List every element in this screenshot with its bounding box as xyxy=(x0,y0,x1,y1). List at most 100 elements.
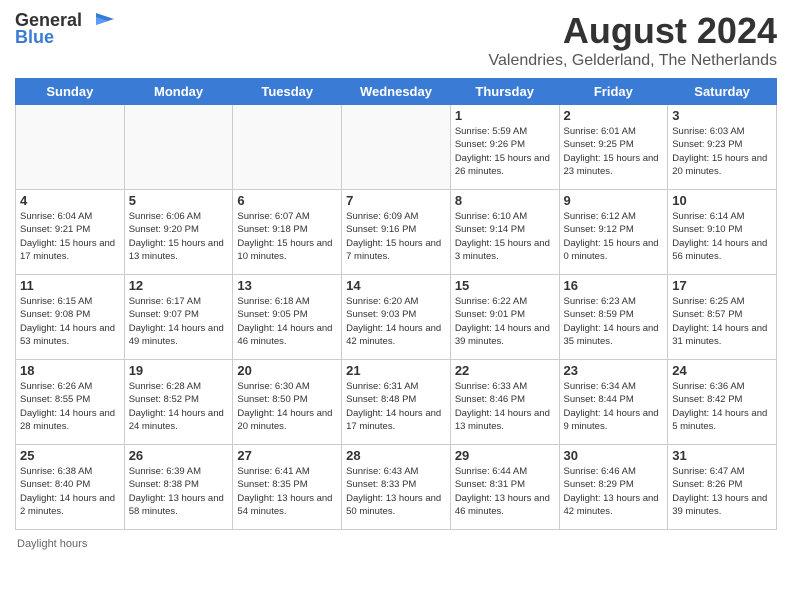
calendar-cell: 23Sunrise: 6:34 AM Sunset: 8:44 PM Dayli… xyxy=(559,360,668,445)
day-detail: Sunrise: 6:10 AM Sunset: 9:14 PM Dayligh… xyxy=(455,210,555,263)
cell-content: 12 Sunrise: 6:17 AM Sunset: 9:07 PM Dayli… xyxy=(129,278,229,356)
calendar-cell: 30Sunrise: 6:46 AM Sunset: 8:29 PM Dayli… xyxy=(559,445,668,530)
calendar-cell: 17Sunrise: 6:25 AM Sunset: 8:57 PM Dayli… xyxy=(668,275,777,360)
cell-content: 9 Sunrise: 6:12 AM Sunset: 9:12 PM Daylig… xyxy=(564,193,664,271)
day-number: 11 xyxy=(20,278,120,293)
calendar-week-5: 25Sunrise: 6:38 AM Sunset: 8:40 PM Dayli… xyxy=(16,445,777,530)
location-title: Valendries, Gelderland, The Netherlands xyxy=(489,52,777,70)
cell-content: 6Sunrise: 6:07 AM Sunset: 9:18 PM Daylig… xyxy=(237,193,337,271)
cell-content: 25Sunrise: 6:38 AM Sunset: 8:40 PM Dayli… xyxy=(20,448,120,526)
calendar-header-friday: Friday xyxy=(559,79,668,105)
day-number: 1 xyxy=(455,108,555,123)
calendar-cell: 10 Sunrise: 6:14 AM Sunset: 9:10 PM Dayli… xyxy=(668,190,777,275)
cell-content: 4 Sunrise: 6:04 AM Sunset: 9:21 PM Daylig… xyxy=(20,193,120,271)
calendar-cell xyxy=(16,105,125,190)
month-title: August 2024 xyxy=(489,10,777,52)
calendar-cell: 26Sunrise: 6:39 AM Sunset: 8:38 PM Dayli… xyxy=(124,445,233,530)
day-number: 8 xyxy=(455,193,555,208)
cell-content: 1Sunrise: 5:59 AM Sunset: 9:26 PM Daylig… xyxy=(455,108,555,186)
day-number: 5 xyxy=(129,193,229,208)
cell-content: 5Sunrise: 6:06 AM Sunset: 9:20 PM Daylig… xyxy=(129,193,229,271)
day-number: 15 xyxy=(455,278,555,293)
cell-content: 8 Sunrise: 6:10 AM Sunset: 9:14 PM Daylig… xyxy=(455,193,555,271)
calendar-header-sunday: Sunday xyxy=(16,79,125,105)
header: General Blue August 2024 Valendries, Gel… xyxy=(15,10,777,70)
day-number: 6 xyxy=(237,193,337,208)
cell-content: 21Sunrise: 6:31 AM Sunset: 8:48 PM Dayli… xyxy=(346,363,446,441)
calendar-header-thursday: Thursday xyxy=(450,79,559,105)
cell-content: 3Sunrise: 6:03 AM Sunset: 9:23 PM Daylig… xyxy=(672,108,772,186)
calendar-cell: 24Sunrise: 6:36 AM Sunset: 8:42 PM Dayli… xyxy=(668,360,777,445)
day-detail: Sunrise: 6:33 AM Sunset: 8:46 PM Dayligh… xyxy=(455,380,555,433)
day-detail: Sunrise: 6:28 AM Sunset: 8:52 PM Dayligh… xyxy=(129,380,229,433)
calendar-cell: 29Sunrise: 6:44 AM Sunset: 8:31 PM Dayli… xyxy=(450,445,559,530)
calendar-cell: 2Sunrise: 6:01 AM Sunset: 9:25 PM Daylig… xyxy=(559,105,668,190)
cell-content: 31 Sunrise: 6:47 AM Sunset: 8:26 PM Dayli… xyxy=(672,448,772,526)
calendar-cell: 5Sunrise: 6:06 AM Sunset: 9:20 PM Daylig… xyxy=(124,190,233,275)
cell-content: 29Sunrise: 6:44 AM Sunset: 8:31 PM Dayli… xyxy=(455,448,555,526)
calendar-cell: 15 Sunrise: 6:22 AM Sunset: 9:01 PM Dayli… xyxy=(450,275,559,360)
calendar-cell: 4 Sunrise: 6:04 AM Sunset: 9:21 PM Daylig… xyxy=(16,190,125,275)
day-detail: Sunrise: 6:47 AM Sunset: 8:26 PM Dayligh… xyxy=(672,465,772,518)
cell-content: 30Sunrise: 6:46 AM Sunset: 8:29 PM Dayli… xyxy=(564,448,664,526)
cell-content: 2Sunrise: 6:01 AM Sunset: 9:25 PM Daylig… xyxy=(564,108,664,186)
day-number: 7 xyxy=(346,193,446,208)
calendar-header-wednesday: Wednesday xyxy=(342,79,451,105)
cell-content: 14Sunrise: 6:20 AM Sunset: 9:03 PM Dayli… xyxy=(346,278,446,356)
day-detail: Sunrise: 6:43 AM Sunset: 8:33 PM Dayligh… xyxy=(346,465,446,518)
cell-content: 20 Sunrise: 6:30 AM Sunset: 8:50 PM Dayli… xyxy=(237,363,337,441)
day-detail: Sunrise: 6:12 AM Sunset: 9:12 PM Dayligh… xyxy=(564,210,664,263)
day-number: 18 xyxy=(20,363,120,378)
calendar-cell: 19 Sunrise: 6:28 AM Sunset: 8:52 PM Dayli… xyxy=(124,360,233,445)
day-number: 12 xyxy=(129,278,229,293)
logo-icon xyxy=(86,11,116,31)
calendar-header-row: SundayMondayTuesdayWednesdayThursdayFrid… xyxy=(16,79,777,105)
calendar-cell: 12 Sunrise: 6:17 AM Sunset: 9:07 PM Dayli… xyxy=(124,275,233,360)
calendar-cell: 18 Sunrise: 6:26 AM Sunset: 8:55 PM Dayli… xyxy=(16,360,125,445)
day-detail: Sunrise: 6:23 AM Sunset: 8:59 PM Dayligh… xyxy=(564,295,664,348)
day-detail: Sunrise: 6:20 AM Sunset: 9:03 PM Dayligh… xyxy=(346,295,446,348)
calendar-week-4: 18 Sunrise: 6:26 AM Sunset: 8:55 PM Dayli… xyxy=(16,360,777,445)
cell-content: 24Sunrise: 6:36 AM Sunset: 8:42 PM Dayli… xyxy=(672,363,772,441)
calendar-cell: 16Sunrise: 6:23 AM Sunset: 8:59 PM Dayli… xyxy=(559,275,668,360)
day-number: 2 xyxy=(564,108,664,123)
day-detail: Sunrise: 6:25 AM Sunset: 8:57 PM Dayligh… xyxy=(672,295,772,348)
calendar-cell: 31 Sunrise: 6:47 AM Sunset: 8:26 PM Dayli… xyxy=(668,445,777,530)
cell-content: 26Sunrise: 6:39 AM Sunset: 8:38 PM Dayli… xyxy=(129,448,229,526)
day-number: 23 xyxy=(564,363,664,378)
calendar-cell: 9 Sunrise: 6:12 AM Sunset: 9:12 PM Daylig… xyxy=(559,190,668,275)
calendar-cell: 1Sunrise: 5:59 AM Sunset: 9:26 PM Daylig… xyxy=(450,105,559,190)
day-detail: Sunrise: 6:17 AM Sunset: 9:07 PM Dayligh… xyxy=(129,295,229,348)
cell-content: 17Sunrise: 6:25 AM Sunset: 8:57 PM Dayli… xyxy=(672,278,772,356)
calendar-header-monday: Monday xyxy=(124,79,233,105)
day-detail: Sunrise: 6:30 AM Sunset: 8:50 PM Dayligh… xyxy=(237,380,337,433)
day-number: 20 xyxy=(237,363,337,378)
calendar-cell: 20 Sunrise: 6:30 AM Sunset: 8:50 PM Dayli… xyxy=(233,360,342,445)
day-number: 28 xyxy=(346,448,446,463)
day-number: 26 xyxy=(129,448,229,463)
calendar-cell: 27Sunrise: 6:41 AM Sunset: 8:35 PM Dayli… xyxy=(233,445,342,530)
calendar-header-saturday: Saturday xyxy=(668,79,777,105)
day-number: 25 xyxy=(20,448,120,463)
calendar-cell: 13Sunrise: 6:18 AM Sunset: 9:05 PM Dayli… xyxy=(233,275,342,360)
day-number: 3 xyxy=(672,108,772,123)
day-detail: Sunrise: 6:15 AM Sunset: 9:08 PM Dayligh… xyxy=(20,295,120,348)
day-detail: Sunrise: 6:14 AM Sunset: 9:10 PM Dayligh… xyxy=(672,210,772,263)
day-detail: Sunrise: 6:26 AM Sunset: 8:55 PM Dayligh… xyxy=(20,380,120,433)
day-number: 31 xyxy=(672,448,772,463)
day-detail: Sunrise: 6:22 AM Sunset: 9:01 PM Dayligh… xyxy=(455,295,555,348)
day-number: 9 xyxy=(564,193,664,208)
cell-content: 10 Sunrise: 6:14 AM Sunset: 9:10 PM Dayli… xyxy=(672,193,772,271)
day-detail: Sunrise: 6:04 AM Sunset: 9:21 PM Dayligh… xyxy=(20,210,120,263)
day-number: 4 xyxy=(20,193,120,208)
day-number: 29 xyxy=(455,448,555,463)
calendar-cell: 22Sunrise: 6:33 AM Sunset: 8:46 PM Dayli… xyxy=(450,360,559,445)
cell-content: 22Sunrise: 6:33 AM Sunset: 8:46 PM Dayli… xyxy=(455,363,555,441)
cell-content: 23Sunrise: 6:34 AM Sunset: 8:44 PM Dayli… xyxy=(564,363,664,441)
day-number: 10 xyxy=(672,193,772,208)
cell-content: 16Sunrise: 6:23 AM Sunset: 8:59 PM Dayli… xyxy=(564,278,664,356)
day-number: 19 xyxy=(129,363,229,378)
cell-content: 15 Sunrise: 6:22 AM Sunset: 9:01 PM Dayli… xyxy=(455,278,555,356)
day-detail: Sunrise: 6:18 AM Sunset: 9:05 PM Dayligh… xyxy=(237,295,337,348)
title-section: August 2024 Valendries, Gelderland, The … xyxy=(489,10,777,70)
